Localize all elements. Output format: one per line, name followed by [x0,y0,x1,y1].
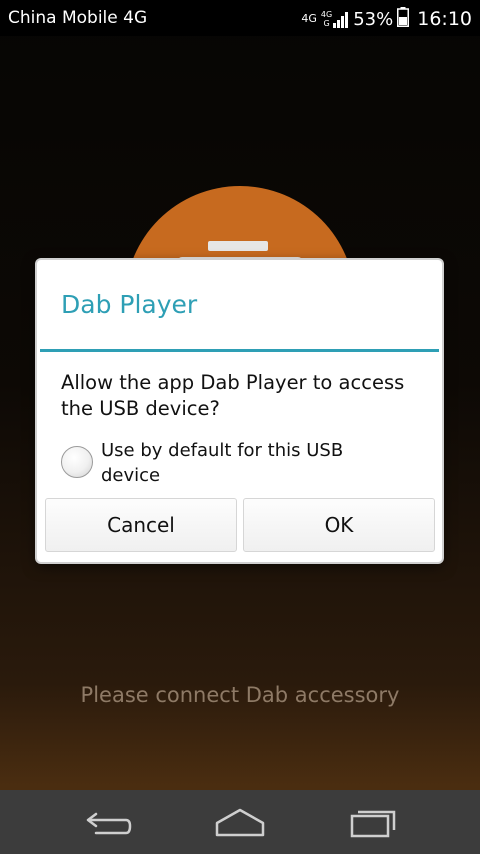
network-sub-label: G [323,19,330,28]
connect-accessory-hint: Please connect Dab accessory [80,683,400,707]
dialog-title: Dab Player [61,290,198,319]
clock: 16:10 [417,8,472,30]
signal-icon: 4G G [321,10,349,28]
use-by-default-option[interactable]: Use by default for this USB device [61,436,421,490]
use-by-default-label: Use by default for this USB device [101,440,344,486]
dialog-title-divider [40,349,439,352]
network-type-label-secondary: 4G [320,10,333,19]
back-icon[interactable] [78,802,138,842]
status-indicators: 4G 4G G 53% 16:10 [301,6,472,32]
network-type-label: 4G [301,12,317,25]
status-bar: China Mobile 4G 4G 4G G 53% 16:10 [0,0,480,36]
home-icon[interactable] [210,802,270,842]
ok-button[interactable]: OK [243,498,435,552]
recents-icon[interactable] [342,802,402,842]
usb-permission-dialog: Dab Player Allow the app Dab Player to a… [37,260,442,562]
carrier-name: China Mobile 4G [8,8,148,28]
dialog-message: Allow the app Dab Player to access the U… [61,371,405,420]
battery-icon [397,6,410,32]
cancel-button[interactable]: Cancel [45,498,237,552]
navigation-bar [0,790,480,854]
network-4g-icon: 4G [301,12,317,25]
use-by-default-radio[interactable] [61,446,93,478]
battery-percent: 53% [353,8,394,30]
